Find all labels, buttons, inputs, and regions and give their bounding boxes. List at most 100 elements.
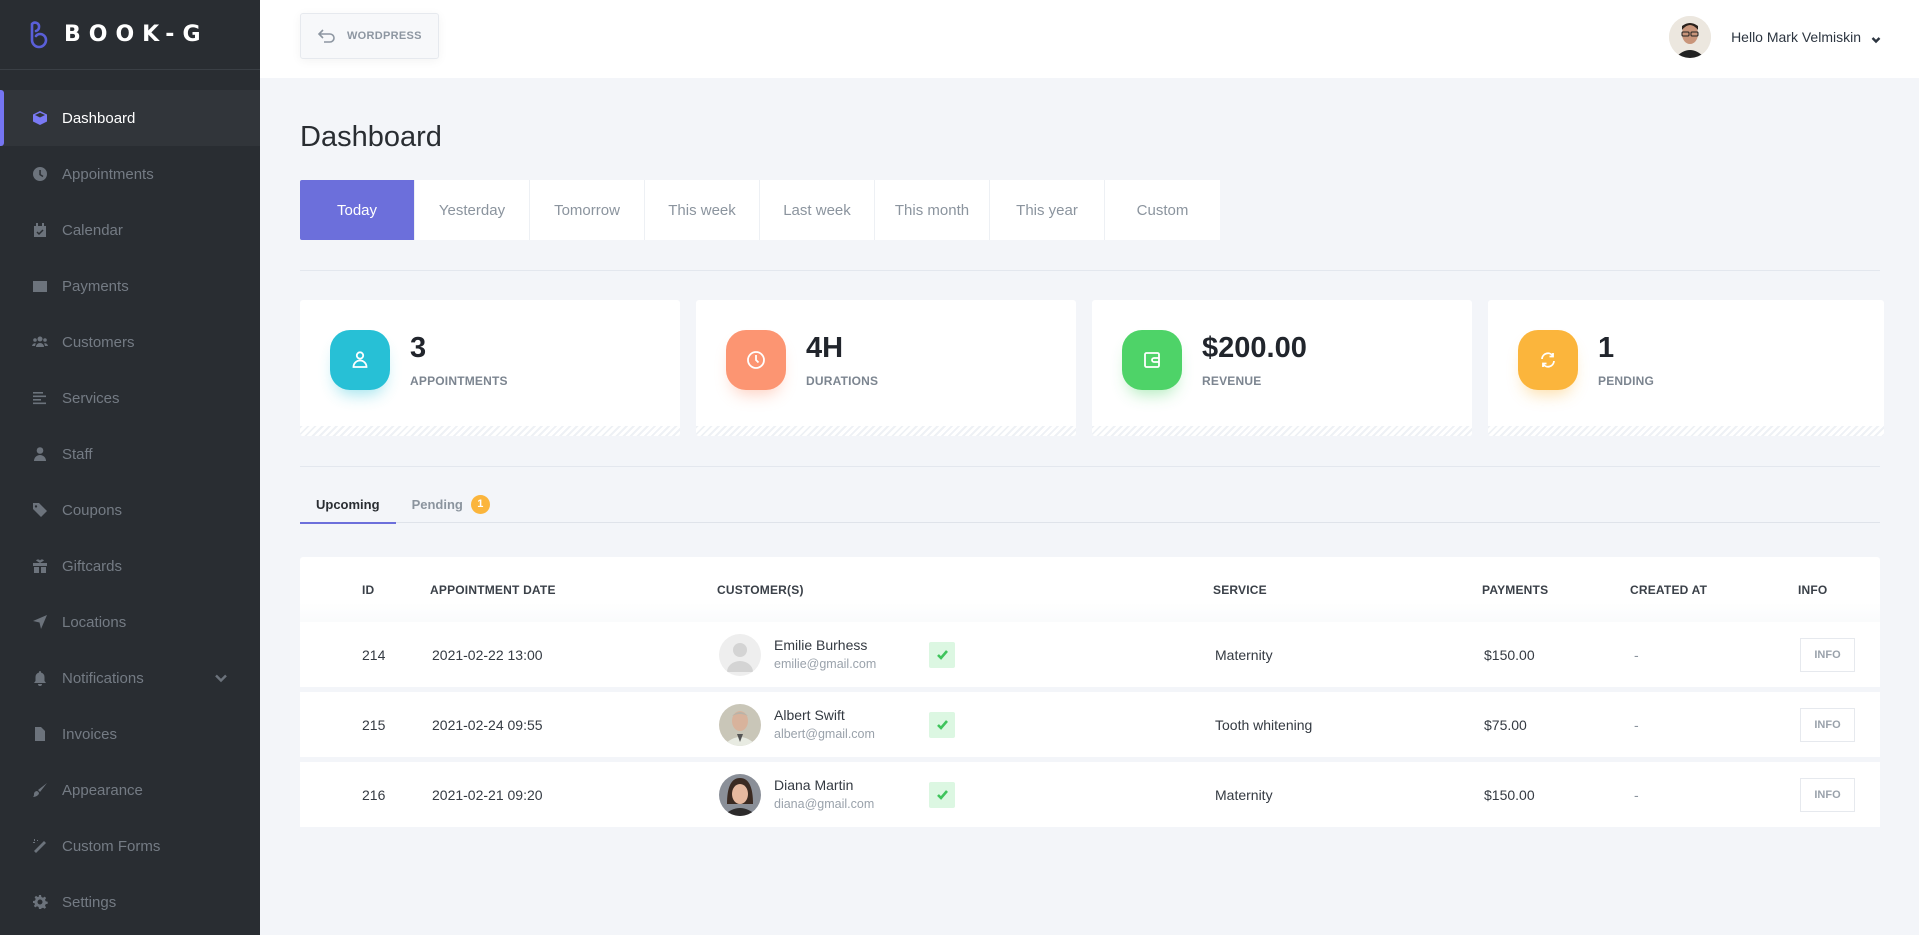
brand-name: BOOK-G [64, 22, 209, 47]
sidebar-item-dashboard[interactable]: Dashboard [0, 90, 260, 146]
tab-upcoming[interactable]: Upcoming [300, 485, 396, 524]
stat-label: REVENUE [1202, 374, 1262, 388]
user-menu[interactable]: Hello Mark Velmiskin [1669, 16, 1881, 58]
customer-email: diana@gmail.com [774, 797, 875, 811]
sidebar-item-customers[interactable]: Customers [0, 314, 260, 370]
cell-customer: Diana Martin diana@gmail.com [717, 773, 1213, 816]
date-range-tabs: Today Yesterday Tomorrow This week Last … [300, 180, 1880, 240]
gift-icon [32, 558, 48, 574]
column-header-payments[interactable]: PAYMENTS [1482, 583, 1630, 597]
sidebar-item-locations[interactable]: Locations [0, 594, 260, 650]
range-tab-custom[interactable]: Custom [1105, 180, 1220, 240]
refresh-icon [1518, 330, 1578, 390]
range-tab-this-week[interactable]: This week [645, 180, 760, 240]
file-icon [32, 726, 48, 742]
logo-icon [30, 20, 48, 48]
column-header-customers[interactable]: CUSTOMER(S) [717, 583, 1213, 597]
sidebar-item-label: Notifications [62, 669, 144, 687]
gear-icon [32, 894, 48, 910]
range-tab-yesterday[interactable]: Yesterday [415, 180, 530, 240]
column-header-service[interactable]: SERVICE [1213, 583, 1482, 597]
status-approved-badge [929, 781, 955, 808]
cell-created-at: - [1634, 716, 1639, 733]
info-button[interactable]: INFO [1800, 707, 1855, 742]
range-tab-last-week[interactable]: Last week [760, 180, 875, 240]
range-tab-this-year[interactable]: This year [990, 180, 1105, 240]
cell-payment: $75.00 [1484, 716, 1527, 733]
wallet-icon [1122, 330, 1182, 390]
sidebar-item-label: Dashboard [62, 109, 136, 127]
column-header-created-at[interactable]: CREATED AT [1630, 583, 1798, 597]
sidebar-item-label: Customers [62, 333, 135, 351]
users-icon [32, 334, 48, 350]
tab-pending[interactable]: Pending 1 [396, 485, 506, 523]
sidebar-item-label: Appearance [62, 781, 143, 799]
cell-created-at: - [1634, 786, 1639, 803]
stat-value: 1 [1598, 332, 1615, 364]
magic-wand-icon [32, 838, 48, 854]
table-row[interactable]: 214 2021-02-22 13:00 Emilie Burhess emil… [300, 622, 1880, 687]
chevron-down-icon[interactable] [214, 671, 228, 685]
sidebar-item-appointments[interactable]: Appointments [0, 146, 260, 202]
table-header: ID APPOINTMENT DATE CUSTOMER(S) SERVICE … [300, 557, 1880, 622]
back-to-wordpress-button[interactable]: WORDPRESS [300, 13, 439, 59]
user-icon [32, 446, 48, 462]
sidebar-item-invoices[interactable]: Invoices [0, 706, 260, 762]
pending-count-badge: 1 [470, 494, 490, 514]
sidebar-item-label: Coupons [62, 501, 123, 519]
stat-value: 3 [410, 332, 427, 364]
sidebar-item-payments[interactable]: Payments [0, 258, 260, 314]
brand-logo[interactable]: BOOK-G [0, 0, 260, 70]
cell-service: Maternity [1215, 646, 1273, 663]
sidebar-item-label: Appointments [62, 165, 154, 183]
info-button[interactable]: INFO [1800, 777, 1855, 812]
stats-row: 3 APPOINTMENTS 4H DURATIONS $200.00 REVE… [300, 300, 1884, 436]
sidebar-item-appearance[interactable]: Appearance [0, 762, 260, 818]
status-approved-badge [929, 711, 955, 738]
sidebar-item-notifications[interactable]: Notifications [0, 650, 260, 706]
cell-id: 215 [362, 716, 386, 733]
stat-card-appointments: 3 APPOINTMENTS [300, 300, 680, 436]
appointments-table: ID APPOINTMENT DATE CUSTOMER(S) SERVICE … [300, 557, 1880, 827]
range-tab-tomorrow[interactable]: Tomorrow [530, 180, 645, 240]
column-header-id[interactable]: ID [300, 583, 430, 597]
top-header: WORDPRESS Hello Mark Velmiskin [260, 0, 1919, 78]
check-icon [936, 790, 948, 800]
range-tab-this-month[interactable]: This month [875, 180, 990, 240]
back-arrow-icon [317, 29, 335, 43]
range-tab-today[interactable]: Today [300, 180, 415, 240]
table-row[interactable]: 215 2021-02-24 09:55 Albert Swift albert… [300, 692, 1880, 757]
sidebar-item-label: Custom Forms [62, 837, 161, 855]
check-icon [936, 650, 948, 660]
stat-label: DURATIONS [806, 374, 879, 388]
cell-date: 2021-02-22 13:00 [432, 646, 543, 663]
sidebar: BOOK-G Dashboard Appointments Calendar P… [0, 0, 260, 935]
info-button[interactable]: INFO [1800, 637, 1855, 672]
sidebar-item-label: Invoices [62, 725, 118, 743]
sidebar-item-staff[interactable]: Staff [0, 426, 260, 482]
cell-id: 214 [362, 646, 386, 663]
cell-customer: Emilie Burhess emilie@gmail.com [717, 633, 1213, 676]
cell-date: 2021-02-24 09:55 [432, 716, 543, 733]
table-row[interactable]: 216 2021-02-21 09:20 Diana Martin diana@… [300, 762, 1880, 827]
sidebar-nav: Dashboard Appointments Calendar Payments… [0, 90, 260, 930]
sidebar-item-calendar[interactable]: Calendar [0, 202, 260, 258]
sidebar-item-label: Settings [62, 893, 117, 911]
column-header-date[interactable]: APPOINTMENT DATE [430, 583, 717, 597]
cell-id: 216 [362, 786, 386, 803]
calendar-check-icon [32, 222, 48, 238]
sidebar-item-services[interactable]: Services [0, 370, 260, 426]
cell-created-at: - [1634, 646, 1639, 663]
customer-name: Diana Martin [774, 777, 854, 793]
cell-service: Tooth whitening [1215, 716, 1313, 733]
sidebar-item-coupons[interactable]: Coupons [0, 482, 260, 538]
sidebar-item-custom-forms[interactable]: Custom Forms [0, 818, 260, 874]
sidebar-item-label: Calendar [62, 221, 123, 239]
stat-value: 4H [806, 332, 844, 364]
sidebar-item-label: Services [62, 389, 120, 407]
cell-date: 2021-02-21 09:20 [432, 786, 543, 803]
customer-name: Emilie Burhess [774, 637, 868, 653]
sidebar-item-settings[interactable]: Settings [0, 874, 260, 930]
check-icon [936, 720, 948, 730]
sidebar-item-giftcards[interactable]: Giftcards [0, 538, 260, 594]
